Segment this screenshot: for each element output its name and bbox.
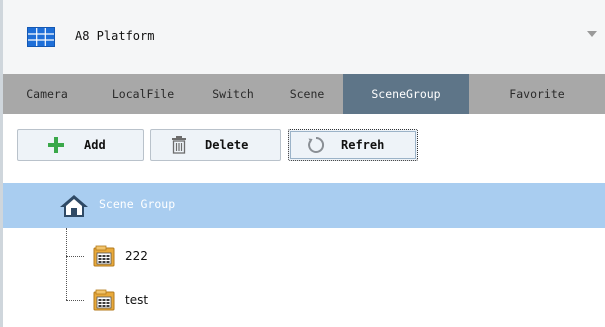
toolbar: Add Delete Refreh xyxy=(3,114,605,174)
delete-button[interactable]: Delete xyxy=(150,129,281,161)
tab-bar: Camera LocalFile Switch Scene SceneGroup… xyxy=(3,74,605,114)
tab-camera[interactable]: Camera xyxy=(3,74,91,114)
tree-connector-vertical xyxy=(66,228,67,300)
tree-item-label: 222 xyxy=(125,249,148,263)
chevron-down-icon[interactable] xyxy=(587,31,597,37)
tab-switch[interactable]: Switch xyxy=(195,74,271,114)
plus-icon xyxy=(47,136,65,154)
refresh-icon xyxy=(307,136,325,154)
add-button[interactable]: Add xyxy=(17,129,144,161)
tab-scene[interactable]: Scene xyxy=(271,74,343,114)
tab-localfile[interactable]: LocalFile xyxy=(91,74,195,114)
app-header: A8 Platform xyxy=(3,0,605,74)
trash-icon xyxy=(171,136,187,154)
tree-item-label: test xyxy=(125,293,149,307)
tab-scenegroup[interactable]: SceneGroup xyxy=(343,74,469,114)
tree-connector xyxy=(66,300,84,301)
delete-button-label: Delete xyxy=(205,138,249,152)
scene-group-tree: 222 test xyxy=(3,228,605,327)
scene-folder-icon xyxy=(93,289,115,311)
home-icon xyxy=(59,194,89,221)
refresh-button[interactable]: Refreh xyxy=(288,129,418,161)
grid-icon xyxy=(27,27,55,47)
tree-root-label: Scene Group xyxy=(99,197,176,211)
tree-root-scene-group[interactable]: Scene Group xyxy=(3,183,605,228)
refresh-button-label: Refreh xyxy=(341,138,385,152)
app-title: A8 Platform xyxy=(75,29,155,43)
tree-item-222[interactable]: 222 xyxy=(93,245,148,267)
scene-folder-icon xyxy=(93,245,115,267)
tab-favorite[interactable]: Favorite xyxy=(469,74,605,114)
tree-connector xyxy=(66,256,84,257)
add-button-label: Add xyxy=(84,138,106,152)
tree-item-test[interactable]: test xyxy=(93,289,148,311)
